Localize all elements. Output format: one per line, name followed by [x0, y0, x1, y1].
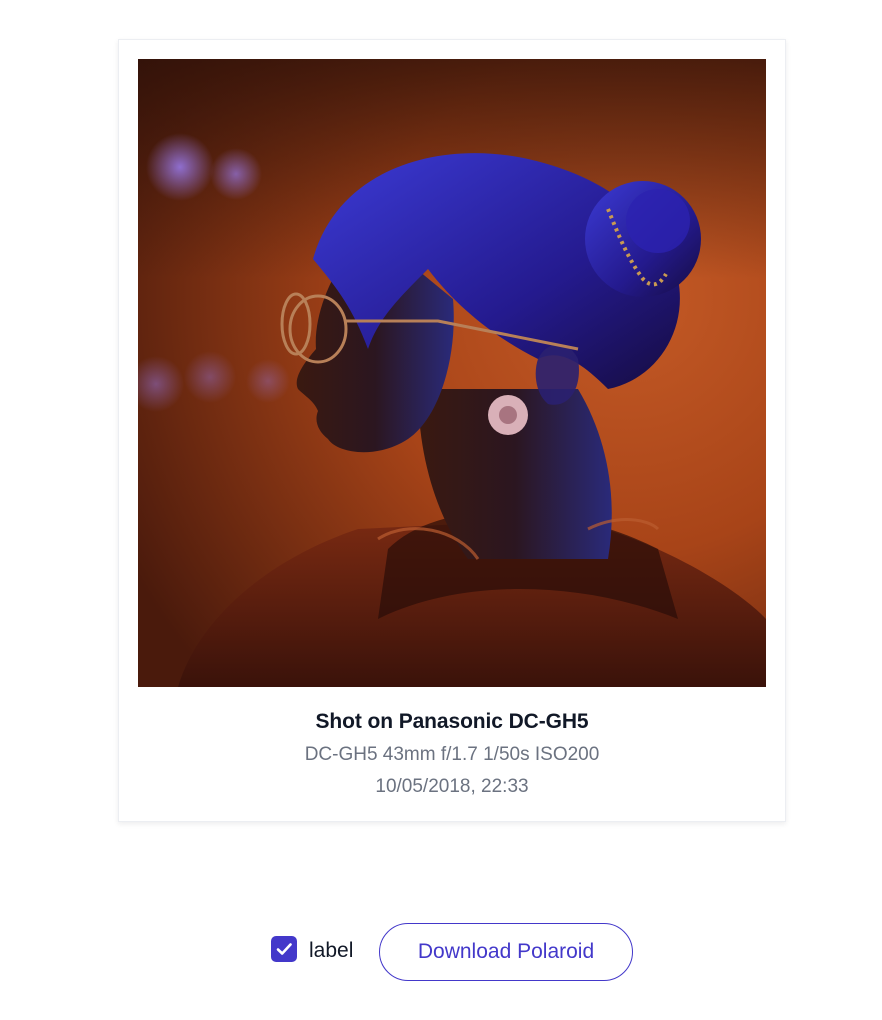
- checkmark-icon: [276, 943, 292, 955]
- portrait-photo: [138, 59, 766, 687]
- controls-bar: label Download Polaroid: [0, 923, 882, 981]
- photo-title: Shot on Panasonic DC-GH5: [315, 710, 589, 733]
- polaroid-card: Shot on Panasonic DC-GH5 DC-GH5 43mm f/1…: [118, 39, 786, 822]
- exif-line: DC-GH5 43mm f/1.7 1/50s ISO200: [304, 744, 600, 765]
- polaroid-caption: Shot on Panasonic DC-GH5 DC-GH5 43mm f/1…: [119, 705, 785, 803]
- checkbox-label[interactable]: label: [309, 937, 353, 965]
- capture-datetime: 10/05/2018, 22:33: [375, 776, 529, 797]
- download-polaroid-button[interactable]: Download Polaroid: [379, 923, 633, 981]
- label-checkbox[interactable]: [271, 936, 297, 962]
- page: Shot on Panasonic DC-GH5 DC-GH5 43mm f/1…: [0, 0, 882, 1020]
